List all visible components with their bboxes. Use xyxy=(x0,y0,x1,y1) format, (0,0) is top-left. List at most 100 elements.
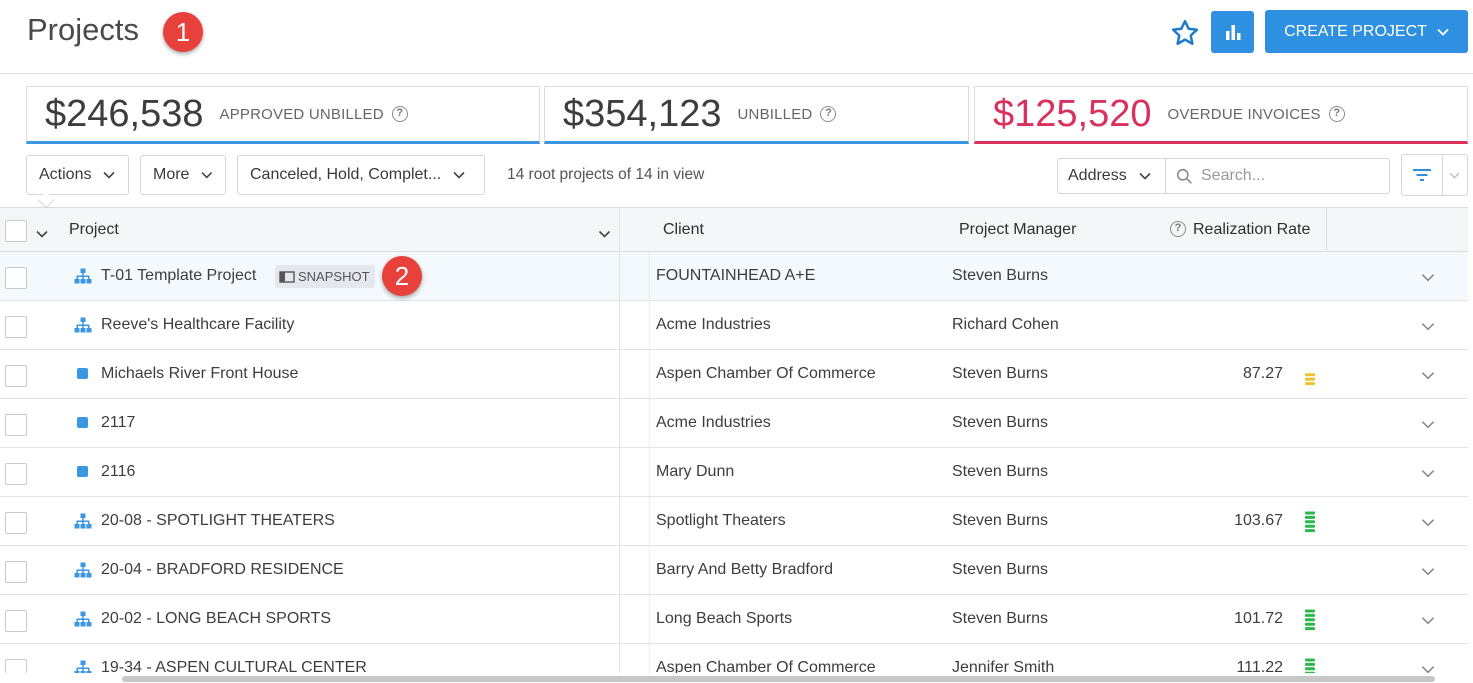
column-separator xyxy=(649,301,650,350)
chevron-down-icon xyxy=(1139,172,1151,180)
project-manager-name: Steven Burns xyxy=(952,610,1049,627)
horizontal-scrollbar[interactable] xyxy=(122,676,1435,682)
kpi-approved-unbilled[interactable]: $246,538 APPROVED UNBILLED ? xyxy=(26,86,540,144)
row-expand-toggle[interactable] xyxy=(1421,318,1435,336)
chevron-down-icon xyxy=(1421,372,1435,380)
status-filter-dropdown[interactable]: Canceled, Hold, Complet... xyxy=(237,155,485,195)
kpi-unbilled[interactable]: $354,123 UNBILLED ? xyxy=(544,86,969,144)
table-row[interactable]: Michaels River Front House Aspen Chamber … xyxy=(0,350,1468,399)
view-count-text: 14 root projects of 14 in view xyxy=(507,166,705,183)
row-expand-toggle[interactable] xyxy=(1421,465,1435,483)
frozen-column-divider xyxy=(619,208,620,673)
row-checkbox[interactable] xyxy=(5,267,27,289)
row-expand-toggle[interactable] xyxy=(1421,612,1435,630)
chevron-down-icon xyxy=(1421,519,1435,527)
row-checkbox[interactable] xyxy=(5,610,27,632)
project-manager-name: Steven Burns xyxy=(952,561,1049,578)
create-project-button[interactable]: CREATE PROJECT xyxy=(1265,10,1468,53)
table-header: Project Client Project Manager ? Realiza… xyxy=(0,208,1468,252)
table-row[interactable]: 19-34 - ASPEN CULTURAL CENTER Aspen Chamb… xyxy=(0,644,1468,673)
more-label: More xyxy=(153,166,190,183)
filter-options-dropdown[interactable] xyxy=(1442,154,1468,196)
column-separator xyxy=(649,448,650,497)
chevron-down-icon xyxy=(201,172,213,179)
square-project-icon xyxy=(77,417,88,428)
row-expand-toggle[interactable] xyxy=(1421,661,1435,673)
column-separator xyxy=(649,252,650,301)
column-separator xyxy=(649,350,650,399)
table-row[interactable]: 20-04 - BRADFORD RESIDENCE Barry And Bett… xyxy=(0,546,1468,595)
project-name-link[interactable]: Michaels River Front House xyxy=(101,365,298,383)
column-separator xyxy=(649,497,650,546)
chevron-down-icon xyxy=(1449,172,1460,179)
row-expand-toggle[interactable] xyxy=(1421,563,1435,581)
filter-button[interactable] xyxy=(1401,154,1443,196)
table-row[interactable]: 2117 Acme Industries Steven Burns xyxy=(0,399,1468,448)
select-all-checkbox[interactable] xyxy=(5,220,27,242)
bar-chart-icon xyxy=(1225,25,1240,40)
row-checkbox[interactable] xyxy=(5,365,27,387)
hierarchy-icon xyxy=(74,513,92,529)
snapshot-icon xyxy=(279,270,295,283)
hierarchy-icon xyxy=(74,611,92,627)
project-name-link[interactable]: 20-04 - BRADFORD RESIDENCE xyxy=(101,561,344,579)
row-checkbox[interactable] xyxy=(5,463,27,485)
project-name-link[interactable]: 2116 xyxy=(101,463,135,481)
column-separator xyxy=(649,399,650,448)
actions-label: Actions xyxy=(39,166,92,183)
chevron-down-icon xyxy=(103,171,116,179)
create-project-label: CREATE PROJECT xyxy=(1284,22,1427,40)
chevron-down-icon xyxy=(1421,617,1435,625)
column-separator xyxy=(649,644,650,673)
row-expand-toggle[interactable] xyxy=(1421,367,1435,385)
reports-button[interactable] xyxy=(1211,11,1254,53)
expand-all-toggle[interactable] xyxy=(36,225,48,243)
row-expand-toggle[interactable] xyxy=(1421,416,1435,434)
column-header-realization-rate[interactable]: Realization Rate xyxy=(1193,208,1310,251)
help-icon[interactable]: ? xyxy=(391,106,408,122)
filter-icon xyxy=(1413,169,1431,181)
row-checkbox[interactable] xyxy=(5,659,27,673)
realization-rate-indicator-icon xyxy=(1305,658,1315,673)
project-manager-name: Jennifer Smith xyxy=(952,659,1055,673)
project-manager-name: Steven Burns xyxy=(952,267,1049,284)
table-row[interactable]: Reeve's Healthcare Facility Acme Industri… xyxy=(0,301,1468,350)
column-header-client[interactable]: Client xyxy=(663,208,704,251)
row-checkbox[interactable] xyxy=(5,316,27,338)
kpi-value: $354,123 xyxy=(563,92,722,135)
table-row[interactable]: 20-08 - SPOTLIGHT THEATERS Spotlight Thea… xyxy=(0,497,1468,546)
row-checkbox[interactable] xyxy=(5,512,27,534)
row-checkbox[interactable] xyxy=(5,561,27,583)
project-name-link[interactable]: 20-02 - LONG BEACH SPORTS xyxy=(101,610,331,628)
project-column-menu[interactable] xyxy=(598,225,611,243)
chevron-down-icon xyxy=(1421,323,1435,331)
help-icon[interactable]: ? xyxy=(1170,221,1186,237)
search-field-dropdown[interactable]: Address xyxy=(1057,158,1166,194)
row-checkbox[interactable] xyxy=(5,414,27,436)
project-name-link[interactable]: 20-08 - SPOTLIGHT THEATERS xyxy=(101,512,335,530)
client-name: Acme Industries xyxy=(656,316,771,333)
more-dropdown[interactable]: More xyxy=(140,155,226,195)
search-input[interactable] xyxy=(1201,167,1381,185)
table-row[interactable]: 2116 Mary Dunn Steven Burns xyxy=(0,448,1468,497)
project-name-link[interactable]: 2117 xyxy=(101,414,135,432)
help-icon[interactable]: ? xyxy=(1328,106,1345,122)
client-name: Acme Industries xyxy=(656,414,771,431)
chevron-down-icon xyxy=(453,171,465,179)
project-name-link[interactable]: T-01 Template Project xyxy=(101,267,256,285)
favorite-button[interactable] xyxy=(1166,14,1204,52)
column-header-project[interactable]: Project xyxy=(69,208,119,251)
project-manager-name: Steven Burns xyxy=(952,512,1049,529)
actions-dropdown[interactable]: Actions xyxy=(26,155,129,195)
row-expand-toggle[interactable] xyxy=(1421,514,1435,532)
hierarchy-icon xyxy=(74,317,92,333)
help-icon[interactable]: ? xyxy=(820,106,837,122)
row-expand-toggle[interactable] xyxy=(1421,269,1435,287)
project-name-link[interactable]: Reeve's Healthcare Facility xyxy=(101,316,294,334)
table-row[interactable]: 20-02 - LONG BEACH SPORTS Long Beach Spor… xyxy=(0,595,1468,644)
kpi-overdue-invoices[interactable]: $125,520 OVERDUE INVOICES ? xyxy=(974,86,1468,144)
column-header-project-manager[interactable]: Project Manager xyxy=(959,208,1076,251)
project-name-link[interactable]: 19-34 - ASPEN CULTURAL CENTER xyxy=(101,659,367,673)
table-row[interactable]: T-01 Template Project SNAPSHOT 2 FOUNTAINHE… xyxy=(0,252,1468,301)
search-icon xyxy=(1176,168,1192,184)
